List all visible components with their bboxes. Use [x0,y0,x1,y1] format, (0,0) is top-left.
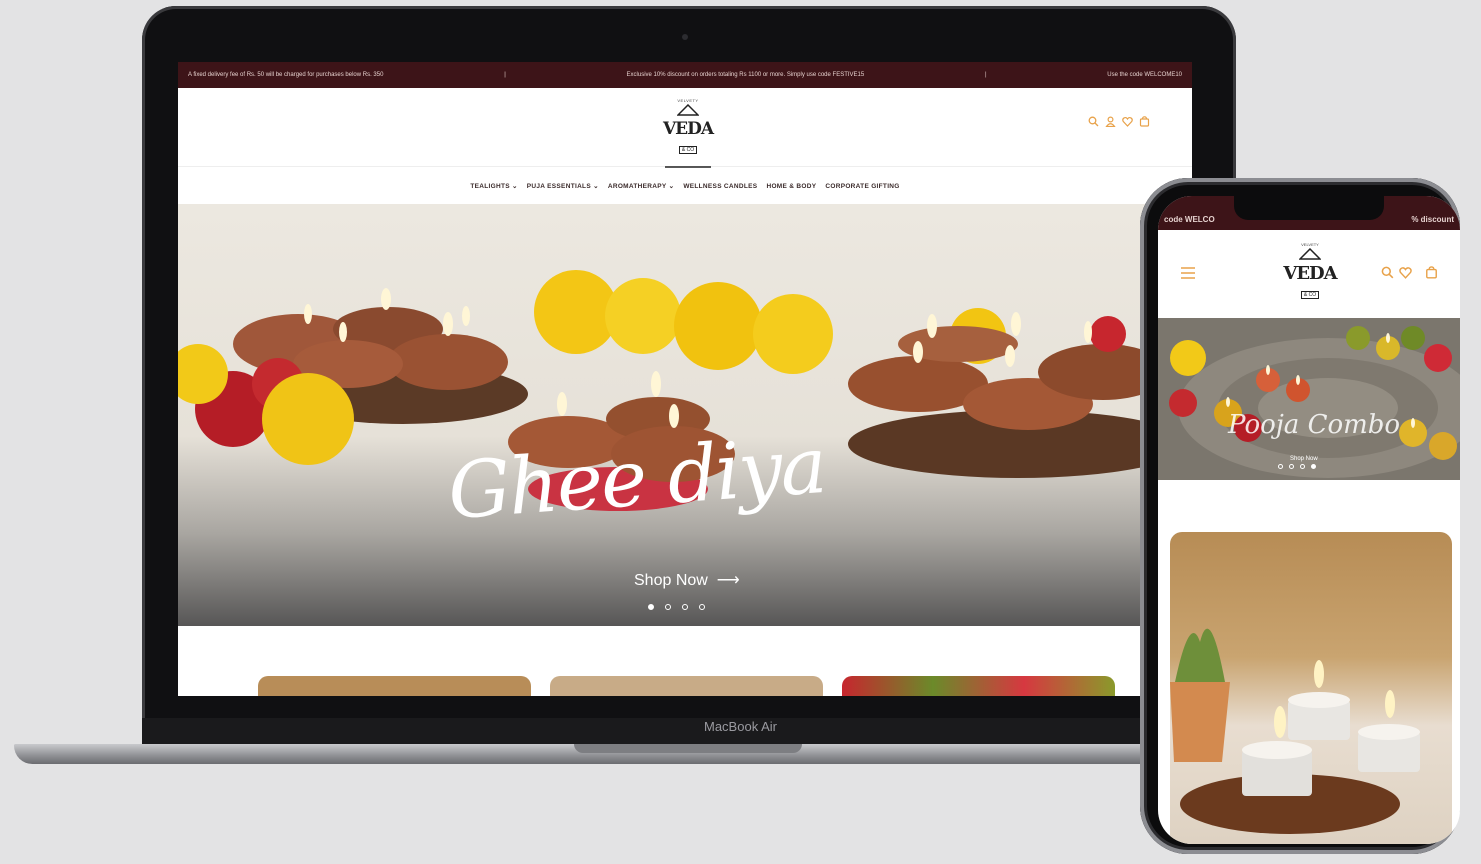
arrow-right-icon: ⟶ [712,572,740,589]
nav-item-corporate-gifting[interactable]: CORPORATE GIFTING [825,183,899,190]
nav-item-wellness-candles[interactable]: WELLNESS CANDLES [683,183,757,190]
nav-label: AROMATHERAPY [607,183,667,190]
chevron-down-icon: ⌄ [593,183,599,190]
laptop-camera [682,34,688,40]
logo-name: VEDA [662,119,714,139]
hero-pagination [648,604,705,610]
product-card[interactable] [550,676,823,696]
slide-dot-4[interactable] [699,604,705,610]
account-icon[interactable] [1105,114,1116,128]
phone-header-icons [1381,266,1438,284]
logo-name: VEDA [1283,263,1337,284]
site-header: VELVETY VEDA & CO [178,88,1192,168]
laptop-hinge-notch [574,744,802,753]
phone-announcement-left: code WELCO [1164,215,1215,224]
phone-screen: code WELCO % discount VELVETY VEDA & CO [1158,196,1460,844]
phone-product-card[interactable] [1170,532,1452,844]
logo-tagline: VELVETY [677,98,699,103]
product-grid [178,626,1192,696]
announcement-separator: | [984,72,987,78]
nav-label: TEALIGHTS [470,183,510,190]
announcement-3: Use the code WELCOME10 [1107,72,1182,78]
product-card[interactable] [842,676,1115,696]
announcement-bar: A fixed delivery fee of Rs. 50 will be c… [178,62,1192,88]
nav-item-tealights[interactable]: TEALIGHTS ⌄ [470,182,517,190]
slide-dot-4[interactable] [1311,464,1316,469]
hero-banner[interactable]: Ghee diya Shop Now ⟶ [178,204,1192,626]
main-nav: TEALIGHTS ⌄ PUJA ESSENTIALS ⌄ AROMATHERA… [178,168,1192,204]
logo-triangle-icon [1298,247,1322,260]
phone-hero-pagination [1278,464,1316,469]
slide-dot-3[interactable] [682,604,688,610]
logo-sub: & CO [678,146,698,154]
search-icon[interactable] [1381,266,1394,284]
header-icons [1088,114,1150,128]
cart-icon[interactable] [1425,266,1438,284]
chevron-down-icon: ⌄ [512,183,518,190]
announcement-separator: | [504,72,506,78]
phone-site-logo[interactable]: VELVETY VEDA & CO [1280,242,1340,301]
site-logo[interactable]: VELVETY VEDA & CO [658,98,718,168]
slide-dot-2[interactable] [1289,464,1294,469]
announcement-2: Exclusive 10% discount on orders totalin… [626,72,865,78]
product-card[interactable] [258,676,531,696]
chevron-down-icon: ⌄ [668,183,675,190]
nav-item-aromatherapy[interactable]: AROMATHERAPY ⌄ [608,182,674,190]
phone-notch [1234,196,1384,220]
phone-announcement-right: % discount [1411,215,1454,224]
phone-header: VELVETY VEDA & CO [1158,230,1460,318]
logo-tagline: VELVETY [1301,242,1319,247]
slide-dot-3[interactable] [1300,464,1305,469]
search-icon[interactable] [1088,114,1099,127]
logo-sub: & CO [1300,291,1320,299]
phone-product-image [1170,628,1420,834]
laptop-screen: A fixed delivery fee of Rs. 50 will be c… [178,62,1192,696]
slide-dot-1[interactable] [648,604,654,610]
hero-shop-now-button[interactable]: Shop Now ⟶ [634,570,740,590]
wishlist-icon[interactable] [1399,266,1412,284]
hero-cta-label: Shop Now [634,572,708,589]
hero-image [178,270,1188,511]
phone-hero-shop-now-button[interactable]: Shop Now [1290,456,1318,462]
menu-icon[interactable] [1180,266,1196,284]
nav-label: PUJA ESSENTIALS [526,183,591,190]
slide-dot-1[interactable] [1278,464,1283,469]
wishlist-icon[interactable] [1122,114,1133,127]
phone-hero-banner[interactable]: Pooja Combo Shop Now [1158,318,1460,480]
nav-item-home-body[interactable]: HOME & BODY [766,183,816,190]
cart-icon[interactable] [1139,114,1150,127]
logo-triangle-icon [676,103,700,116]
announcement-1: A fixed delivery fee of Rs. 50 will be c… [188,72,384,78]
slide-dot-2[interactable] [665,604,671,610]
phone-hero-title: Pooja Combo [1228,410,1401,440]
nav-item-puja-essentials[interactable]: PUJA ESSENTIALS ⌄ [527,182,599,190]
